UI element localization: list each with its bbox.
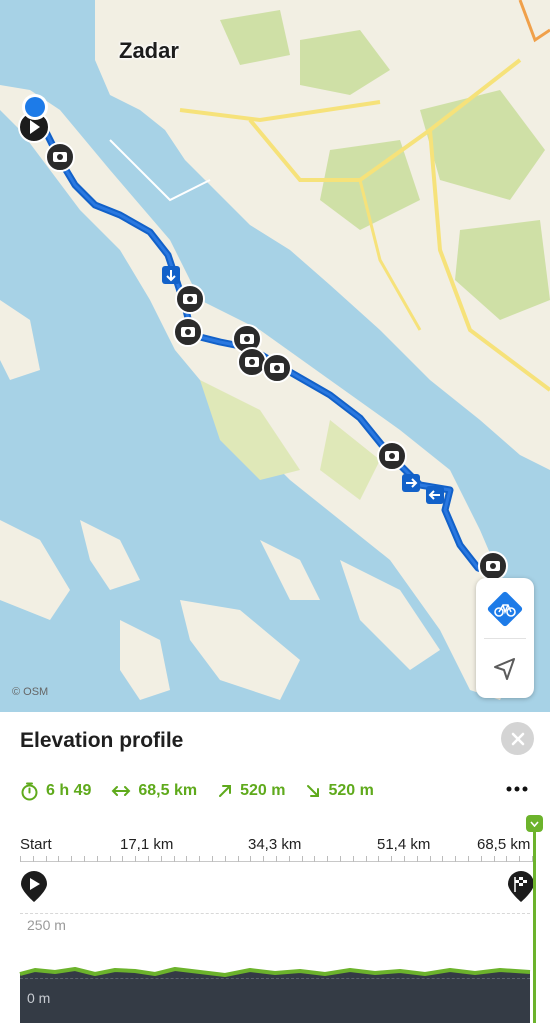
locate-button[interactable] (476, 640, 534, 698)
direction-arrow-icon (426, 486, 444, 504)
grid-line-low (20, 978, 530, 979)
map-view[interactable]: Zadar © OSM (0, 0, 550, 712)
camera-icon (377, 441, 407, 471)
camera-icon (478, 551, 508, 581)
camera-icon (262, 353, 292, 383)
cursor-handle[interactable] (526, 815, 543, 832)
camera-icon (175, 284, 205, 314)
camera-icon (237, 347, 267, 377)
islet (180, 600, 300, 700)
map-attribution[interactable]: © OSM (12, 686, 48, 698)
islet (260, 540, 320, 600)
city-label: Zadar (119, 38, 179, 63)
camera-icon (45, 142, 75, 172)
navigation-arrow-icon (494, 658, 515, 680)
islet (0, 520, 70, 620)
elevation-label-low: 0 m (27, 990, 51, 1006)
map-canvas (0, 0, 550, 700)
direction-arrow-icon (162, 266, 180, 284)
map-controls (476, 578, 534, 698)
position-cursor[interactable] (533, 823, 536, 1023)
controls-divider (484, 638, 526, 639)
activity-type-button[interactable] (476, 580, 534, 638)
islet (120, 620, 170, 700)
location-dot-icon (22, 94, 48, 120)
elevation-panel: Elevation profile 6 h 49 68,5 km 520 m 5… (0, 712, 550, 1023)
chevron-down-icon (530, 820, 539, 827)
camera-icon (173, 317, 203, 347)
islet (80, 520, 140, 590)
elevation-chart[interactable] (0, 712, 550, 1023)
bike-route-icon (487, 591, 523, 627)
direction-arrow-icon (402, 474, 420, 492)
islet (0, 300, 40, 380)
